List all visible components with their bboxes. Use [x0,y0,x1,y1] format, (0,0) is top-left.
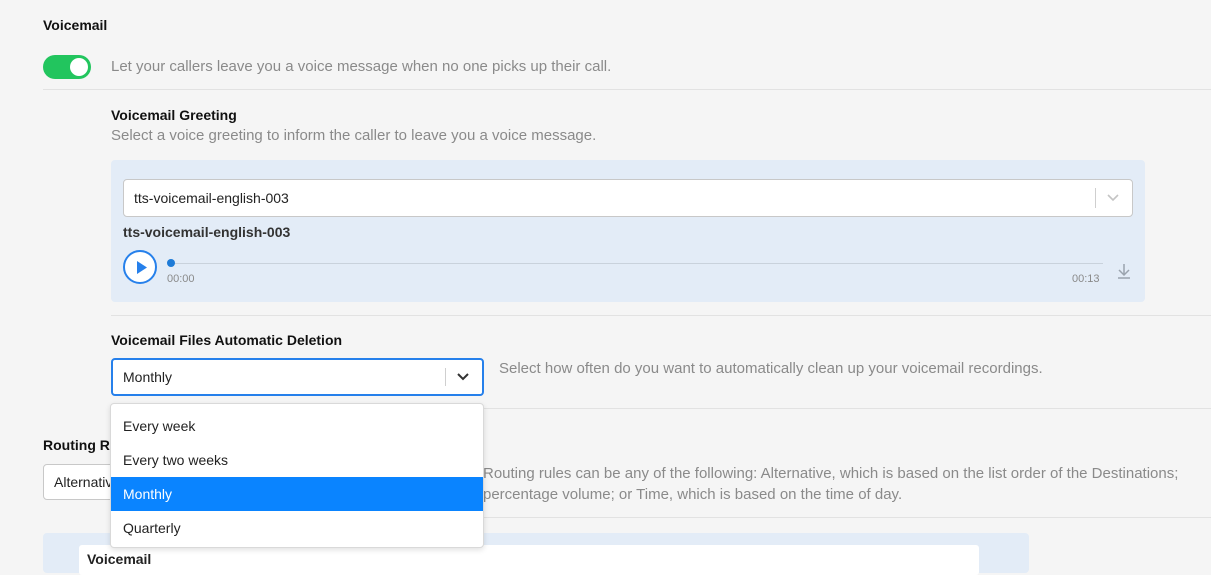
divider [111,315,1211,316]
play-icon [137,261,147,274]
greeting-description: Select a voice greeting to inform the ca… [111,127,597,144]
greeting-select[interactable]: tts-voicemail-english-003 [123,179,1133,217]
player-title: tts-voicemail-english-003 [123,224,291,240]
current-time: 00:00 [167,273,195,285]
greeting-card: tts-voicemail-english-003 tts-voicemail-… [111,160,1145,302]
voicemail-title: Voicemail [43,17,108,33]
deletion-dropdown-menu: Every week Every two weeks Monthly Quart… [110,403,484,548]
divider [43,89,1211,90]
download-icon[interactable] [1116,263,1132,279]
duration: 00:13 [1072,273,1100,285]
dropdown-option[interactable]: Quarterly [111,511,483,545]
dropdown-option-selected[interactable]: Monthly [111,477,483,511]
chevron-down-icon [1107,194,1119,202]
deletion-select-value: Monthly [123,369,173,385]
toggle-knob [70,58,88,76]
deletion-select[interactable]: Monthly [111,358,484,396]
dropdown-option[interactable]: Every week [111,409,483,443]
voicemail-toggle[interactable] [43,55,91,79]
voicemail-toggle-description: Let your callers leave you a voice messa… [111,58,612,75]
routing-select-value: Alternativ [54,474,113,490]
deletion-description: Select how often do you want to automati… [499,360,1043,377]
divider [483,517,1211,518]
routing-description-line1: Routing rules can be any of the followin… [483,465,1179,482]
routing-title: Routing Ru [43,437,119,453]
dropdown-option[interactable]: Every two weeks [111,443,483,477]
greeting-title: Voicemail Greeting [111,107,237,123]
routing-description-line2: percentage volume; or Time, which is bas… [483,486,903,503]
deletion-title: Voicemail Files Automatic Deletion [111,332,343,348]
select-separator [445,368,446,386]
bottom-card-inner: Voicemail [79,545,979,575]
audio-progress-handle[interactable] [167,259,175,267]
bottom-partial-label: Voicemail [87,551,152,567]
greeting-select-value: tts-voicemail-english-003 [134,190,289,206]
chevron-down-icon [457,373,469,381]
divider [483,408,1211,409]
select-separator [1095,188,1096,208]
audio-track[interactable] [168,263,1103,264]
play-button[interactable] [123,250,157,284]
